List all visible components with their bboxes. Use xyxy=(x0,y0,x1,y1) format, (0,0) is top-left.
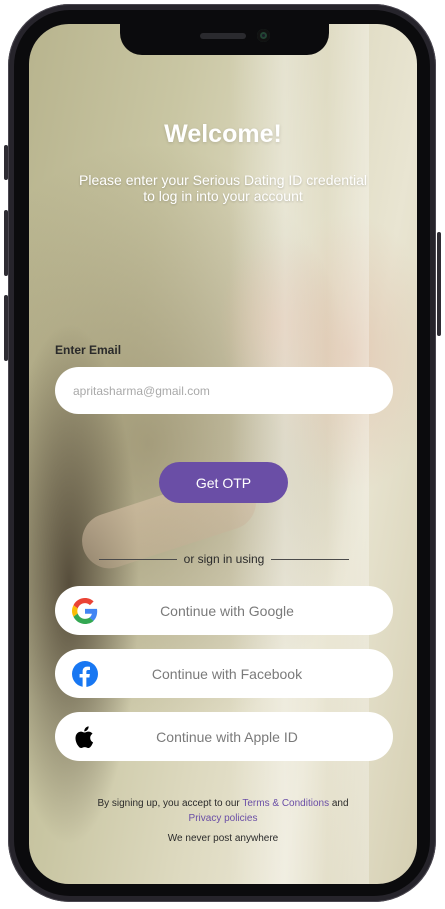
apple-button-label: Continue with Apple ID xyxy=(156,728,298,745)
welcome-subtitle-line1: Please enter your Serious Dating ID cred… xyxy=(79,172,367,188)
divider-line-right xyxy=(271,558,349,560)
phone-power-button xyxy=(437,232,441,336)
email-input-value: apritasharma@gmail.com xyxy=(73,383,210,398)
continue-with-facebook-button[interactable]: Continue with Facebook xyxy=(55,649,393,698)
divider-line-left xyxy=(99,558,177,560)
terms-and: and xyxy=(329,798,349,809)
terms-conditions-link[interactable]: Terms & Conditions xyxy=(242,798,329,809)
phone-notch xyxy=(120,24,329,55)
get-otp-button[interactable]: Get OTP xyxy=(159,462,288,503)
terms-text: By signing up, you accept to our Terms &… xyxy=(59,796,387,826)
apple-icon xyxy=(75,726,94,748)
facebook-button-label: Continue with Facebook xyxy=(151,665,303,682)
divider-text: or sign in using xyxy=(183,552,265,566)
welcome-subtitle: Please enter your Serious Dating ID cred… xyxy=(53,172,393,204)
sign-in-divider: or sign in using xyxy=(99,551,349,567)
app-screen: Welcome! Please enter your Serious Datin… xyxy=(29,24,417,884)
email-input[interactable]: apritasharma@gmail.com xyxy=(55,367,393,414)
welcome-title: Welcome! xyxy=(164,120,282,148)
phone-volume-up xyxy=(4,210,8,276)
front-camera xyxy=(257,29,270,42)
speaker-grille xyxy=(200,33,246,39)
privacy-policies-link[interactable]: Privacy policies xyxy=(189,813,258,824)
google-button-label: Continue with Google xyxy=(160,602,294,619)
continue-with-apple-button[interactable]: Continue with Apple ID xyxy=(55,712,393,761)
email-label: Enter Email xyxy=(55,343,122,357)
facebook-icon xyxy=(72,661,98,687)
phone-mute-switch xyxy=(4,145,8,180)
terms-prefix: By signing up, you accept to our xyxy=(97,798,243,809)
continue-with-google-button[interactable]: Continue with Google xyxy=(55,586,393,635)
never-post-text: We never post anywhere xyxy=(167,833,279,844)
google-icon xyxy=(72,598,98,624)
welcome-subtitle-line2: to log in into your account xyxy=(143,188,303,204)
phone-volume-down xyxy=(4,295,8,361)
